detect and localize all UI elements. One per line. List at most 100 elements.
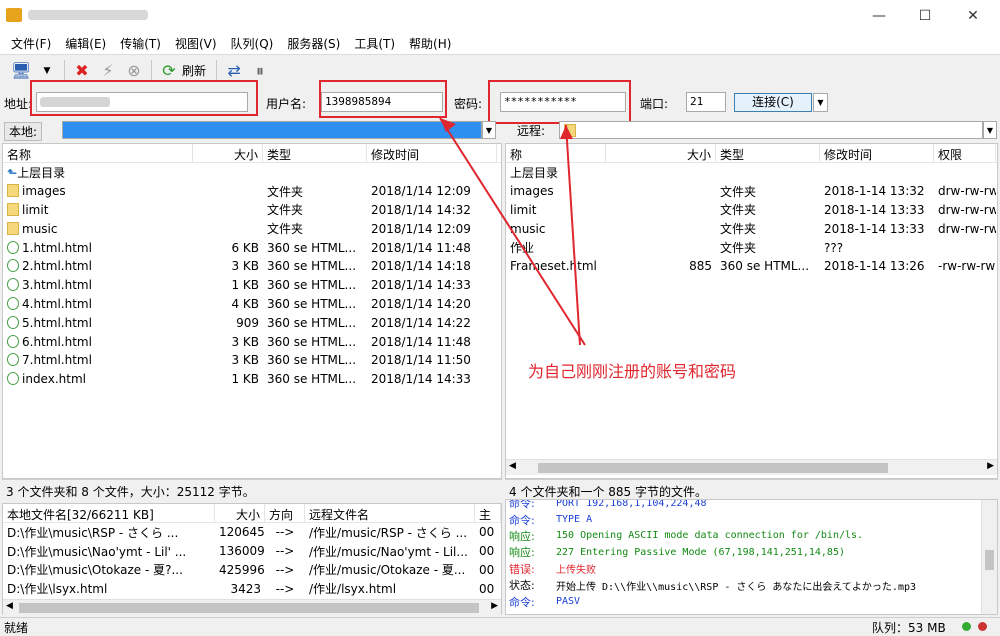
connect-button[interactable]: 连接(C): [734, 93, 812, 112]
file-modified: 2018/1/14 11:48: [371, 334, 471, 349]
menu-item[interactable]: 编辑(E): [58, 35, 113, 52]
refresh-icon[interactable]: ⟳: [156, 59, 182, 83]
scroll-thumb[interactable]: [19, 603, 479, 613]
queue-row[interactable]: D:\作业\music\Otokaze - 夏?... 4259968 --> /作业…: [3, 561, 501, 580]
scroll-right-icon[interactable]: ▶: [987, 461, 994, 471]
file-row[interactable]: limit 文件夹 2018/1/14 14:32: [3, 201, 501, 220]
file-name-cell: index.html: [3, 372, 193, 386]
separator: [64, 59, 65, 82]
parent-dir-label: 上层目录: [510, 165, 559, 180]
log-vertical-scrollbar[interactable]: [981, 500, 997, 614]
parent-dir-row[interactable]: 上层目录: [506, 163, 997, 182]
remote-horizontal-scrollbar[interactable]: ◀ ▶: [506, 459, 997, 475]
queue-row[interactable]: D:\作业\lsyx.html 3423 --> /作业/lsyx.html 00: [3, 579, 501, 598]
file-row[interactable]: Frameset.html 885 360 se HTML... 2018-1-14 …: [506, 257, 997, 276]
file-row[interactable]: images 文件夹 2018/1/14 12:09: [3, 182, 501, 201]
pause-icon[interactable]: ⏸: [247, 59, 273, 83]
menu-item[interactable]: 文件(F): [4, 35, 58, 52]
file-row[interactable]: 作业 文件夹???: [506, 238, 997, 257]
file-name-cell: images: [3, 184, 193, 198]
scroll-right-icon[interactable]: ▶: [491, 601, 498, 611]
file-row[interactable]: images 文件夹 2018-1-14 13:32 drw-rw-rw: [506, 182, 997, 201]
file-size: 3 KB: [231, 353, 259, 368]
local-path-bar: 本地: ▼: [0, 120, 500, 141]
menu-item[interactable]: 服务器(S): [280, 35, 347, 52]
column-header[interactable]: 方向: [265, 504, 305, 522]
html-file-icon: [7, 372, 19, 386]
minimize-icon[interactable]: —: [856, 0, 902, 32]
file-row[interactable]: 2.html.html 3 KB 360 se HTML... 2018/1/14 1…: [3, 257, 501, 276]
port-input[interactable]: 21: [686, 92, 726, 112]
column-header[interactable]: 本地文件名[32/66211 KB]: [3, 504, 215, 522]
log-line: 状态: 开始上传 D:\\作业\\music\\RSP - さくら あなたに出会え…: [506, 577, 997, 593]
transfer-icon[interactable]: ⇄: [221, 59, 247, 83]
menu-item[interactable]: 帮助(H): [402, 35, 458, 52]
scroll-left-icon[interactable]: ◀: [509, 461, 516, 471]
file-row[interactable]: 1.html.html 6 KB 360 se HTML... 2018/1/14 1…: [3, 238, 501, 257]
refresh-button-label[interactable]: 刷新: [182, 62, 206, 79]
scroll-left-icon[interactable]: ◀: [6, 601, 13, 611]
column-header[interactable]: 权限: [934, 144, 996, 162]
column-header[interactable]: 类型: [263, 144, 367, 162]
site-manager-icon[interactable]: 🖥: [8, 59, 34, 83]
file-row[interactable]: limit 文件夹 2018-1-14 13:33 drw-rw-rw: [506, 201, 997, 220]
file-name: music: [510, 221, 546, 236]
menu-item[interactable]: 传输(T): [113, 35, 168, 52]
menu-item[interactable]: 视图(V): [168, 35, 224, 52]
file-row[interactable]: 3.html.html 1 KB 360 se HTML... 2018/1/14 1…: [3, 276, 501, 295]
folder-icon: [7, 202, 19, 216]
file-row[interactable]: 7.html.html 3 KB 360 se HTML... 2018/1/14 1…: [3, 351, 501, 370]
file-row[interactable]: music 文件夹 2018/1/14 12:09: [3, 219, 501, 238]
column-header[interactable]: 远程文件名: [305, 504, 475, 522]
file-type: 文件夹: [267, 184, 304, 199]
maximize-icon[interactable]: ☐: [902, 0, 948, 32]
column-header[interactable]: 大小: [606, 144, 716, 162]
file-name-cell: limit: [3, 202, 193, 217]
queue-direction: -->: [275, 525, 295, 540]
file-row[interactable]: 4.html.html 4 KB 360 se HTML... 2018/1/14 1…: [3, 295, 501, 314]
file-name-cell: music: [3, 221, 193, 236]
file-row[interactable]: music 文件夹 2018-1-14 13:33 drw-rw-rw: [506, 219, 997, 238]
dropdown-icon[interactable]: ▼: [34, 59, 60, 83]
file-row[interactable]: 6.html.html 3 KB 360 se HTML... 2018/1/14 1…: [3, 332, 501, 351]
remote-path-input[interactable]: [559, 121, 983, 139]
column-header[interactable]: 大小: [193, 144, 263, 162]
lightning-icon[interactable]: ⚡: [95, 59, 121, 83]
column-header[interactable]: 修改时间: [367, 144, 497, 162]
annotation-text: 为自己刚刚注册的账号和密码: [528, 362, 737, 381]
file-permissions: drw-rw-rw: [938, 184, 996, 199]
queue-row[interactable]: D:\作业\music\Nao'ymt - Lil' ... 13600941 --…: [3, 542, 501, 561]
scroll-thumb[interactable]: [538, 463, 888, 473]
html-file-icon: [7, 334, 19, 348]
file-name: 6.html.html: [22, 334, 92, 349]
menu-item[interactable]: 队列(Q): [224, 35, 281, 52]
column-header[interactable]: 修改时间: [820, 144, 934, 162]
local-path-dropdown-icon[interactable]: ▼: [482, 121, 496, 139]
log-message: PORT 192,168,1,104,224,48: [556, 499, 707, 509]
local-path-input[interactable]: [62, 121, 482, 139]
column-header[interactable]: 主: [475, 504, 501, 522]
close-icon[interactable]: ✕: [950, 0, 996, 32]
remote-path-dropdown-icon[interactable]: ▼: [983, 121, 997, 139]
column-header[interactable]: 称: [506, 144, 606, 162]
highlight-box-password: [488, 80, 631, 124]
column-header[interactable]: 大小: [215, 504, 265, 522]
menu-item[interactable]: 工具(T): [347, 35, 402, 52]
queue-horizontal-scrollbar[interactable]: ◀ ▶: [3, 599, 501, 615]
file-modified: 2018/1/14 14:18: [371, 259, 471, 274]
file-row[interactable]: 5.html.html 909 360 se HTML... 2018/1/14 14…: [3, 313, 501, 332]
file-size: 3 KB: [231, 334, 259, 349]
column-header[interactable]: 名称: [3, 144, 193, 162]
remote-file-pane: 称大小 类型 修改时间 权限 上层目录 images 文件夹 2018-1-14 13:32…: [505, 143, 998, 479]
scroll-thumb[interactable]: [985, 550, 994, 570]
column-header[interactable]: 类型: [716, 144, 820, 162]
file-row[interactable]: index.html 1 KB 360 se HTML... 2018/1/14 14…: [3, 370, 501, 389]
queue-row[interactable]: D:\作业\music\RSP - さくら ... 12064545 --> /作业/…: [3, 523, 501, 542]
connect-dropdown-icon[interactable]: ▼: [813, 93, 828, 112]
port-label: 端口:: [640, 97, 669, 111]
parent-dir-row[interactable]: ⬑上层目录: [3, 163, 501, 182]
file-name-cell: 6.html.html: [3, 334, 193, 349]
cancel-icon[interactable]: ⊗: [121, 59, 147, 83]
disconnect-icon[interactable]: ✖: [69, 59, 95, 83]
file-size: 1 KB: [231, 372, 259, 387]
